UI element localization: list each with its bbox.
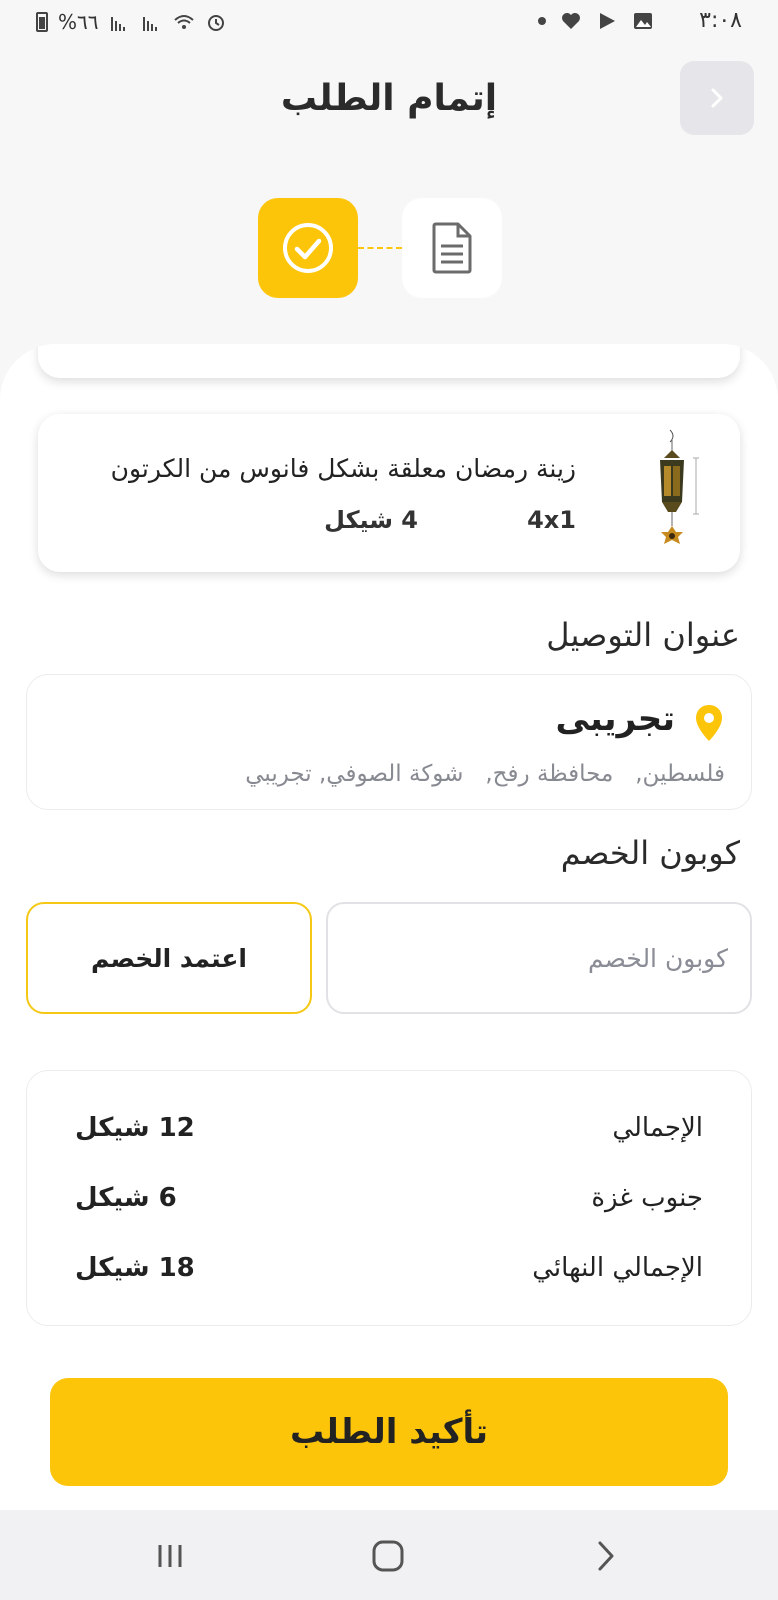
- delivery-address-title: عنوان التوصيل: [546, 616, 740, 654]
- checkout-sheet: زينة رمضان معلقة بشكل فانوس من الكرتون 4…: [0, 344, 778, 1510]
- battery-percent: %٦٦: [58, 10, 99, 34]
- battery-icon: [36, 12, 48, 32]
- status-time: ٣:٠٨: [699, 8, 742, 33]
- location-pin-icon: [696, 705, 722, 741]
- summary-row-subtotal: الإجمالي 12 شيكل: [75, 1113, 703, 1153]
- product-name: زينة رمضان معلقة بشكل فانوس من الكرتون: [110, 454, 576, 483]
- summary-value: 18 شيكل: [75, 1253, 195, 1283]
- page-title: إتمام الطلب: [280, 78, 498, 119]
- status-left-group: %٦٦: [36, 10, 227, 34]
- step-connector: [358, 247, 402, 249]
- previous-product-card: [38, 344, 740, 378]
- dot-icon: [538, 17, 546, 25]
- signal-icon: [110, 17, 125, 31]
- status-bar: %٦٦ ٣:٠٨: [0, 0, 778, 44]
- summary-label: الإجمالي النهائي: [532, 1253, 703, 1283]
- gallery-icon: [634, 13, 652, 29]
- product-quantity: 4x1: [527, 506, 576, 534]
- chevron-right-icon: [598, 1541, 614, 1571]
- check-circle-icon: [283, 223, 333, 273]
- coupon-input[interactable]: [326, 902, 752, 1014]
- home-icon: [372, 1540, 404, 1572]
- product-lantern-image: [624, 428, 720, 556]
- apply-coupon-button[interactable]: اعتمد الخصم: [26, 902, 312, 1014]
- order-summary: الإجمالي 12 شيكل جنوب غزة 6 شيكل الإجمال…: [26, 1070, 752, 1326]
- chevron-right-icon: [711, 88, 723, 108]
- address-card[interactable]: تجريبى فلسطين, محافظة رفح, شوكة الصوفي, …: [26, 674, 752, 810]
- summary-label: جنوب غزة: [591, 1183, 703, 1213]
- summary-value: 6 شيكل: [75, 1183, 177, 1213]
- heart-icon: [562, 13, 580, 29]
- coupon-title: كوبون الخصم: [560, 834, 740, 872]
- step-completed: [258, 198, 358, 298]
- checkout-screen: %٦٦ ٣:٠٨ إتمام الطلب زينة رمضان معلقة بش…: [0, 0, 778, 1600]
- document-icon: [432, 222, 472, 274]
- summary-label: الإجمالي: [612, 1113, 703, 1143]
- summary-row-delivery: جنوب غزة 6 شيكل: [75, 1183, 703, 1223]
- product-card: زينة رمضان معلقة بشكل فانوس من الكرتون 4…: [38, 414, 740, 572]
- confirm-order-button[interactable]: تأكيد الطلب: [50, 1378, 728, 1486]
- back-nav-button[interactable]: [582, 1532, 630, 1580]
- step-review: [402, 198, 502, 298]
- wifi-icon: [173, 15, 194, 29]
- play-store-icon: [600, 13, 615, 29]
- summary-row-total: الإجمالي النهائي 18 شيكل: [75, 1253, 703, 1293]
- system-nav-bar: [0, 1510, 778, 1600]
- address-details: فلسطين, محافظة رفح, شوكة الصوفي, تجريبي: [245, 761, 725, 787]
- alarm-icon: [207, 15, 224, 31]
- home-button[interactable]: [364, 1532, 412, 1580]
- checkout-steps: [0, 198, 778, 298]
- back-button[interactable]: [680, 61, 754, 135]
- product-price: 4 شيكل: [324, 506, 418, 534]
- recent-apps-button[interactable]: [146, 1532, 194, 1580]
- summary-value: 12 شيكل: [75, 1113, 195, 1143]
- address-name: تجريبى: [555, 699, 675, 739]
- header: إتمام الطلب: [0, 60, 778, 136]
- recent-apps-icon: [158, 1545, 182, 1567]
- status-right-group: [538, 10, 654, 32]
- signal-icon-2: [142, 17, 157, 31]
